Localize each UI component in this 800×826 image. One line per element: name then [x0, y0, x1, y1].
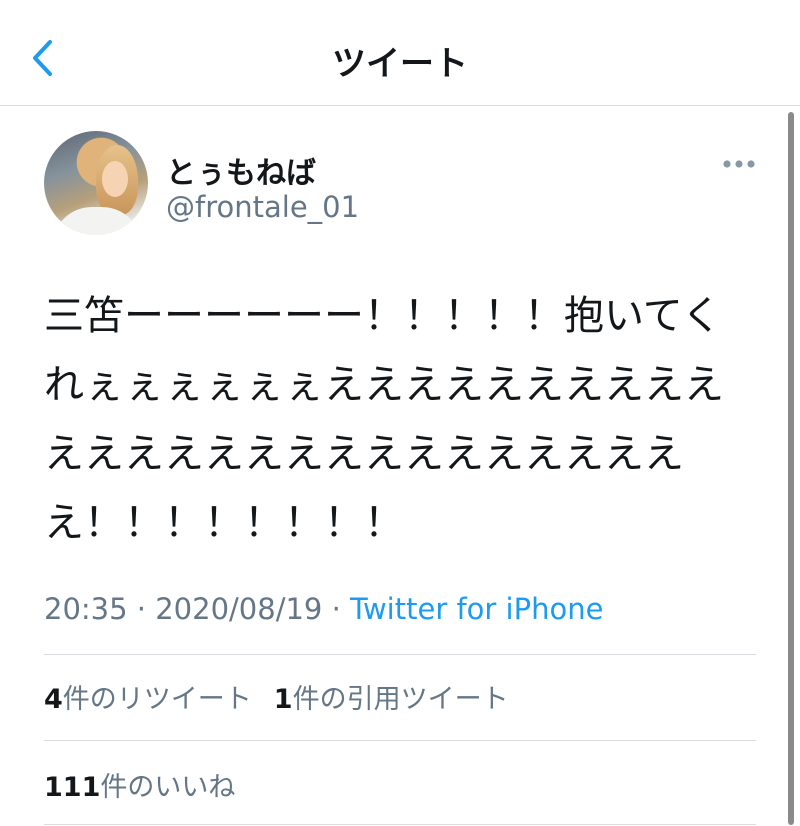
page-title: ツイート [332, 44, 468, 84]
retweet-label: 件のリツイート [62, 683, 252, 715]
quote-count: 1 [273, 683, 293, 715]
tweet-source-link[interactable]: Twitter for iPhone [350, 592, 603, 626]
avatar[interactable] [44, 131, 148, 235]
more-options-button[interactable] [718, 150, 760, 178]
quote-count-link[interactable]: 1件の引用ツイート [274, 677, 509, 716]
avatar-face [102, 161, 128, 197]
like-stats-row: 111件のいいね [44, 742, 756, 826]
meta-separator: · [127, 592, 156, 626]
display-name[interactable]: とぅもねば [166, 148, 316, 192]
more-horizontal-icon [723, 160, 755, 168]
user-handle[interactable]: @frontale_01 [166, 190, 359, 224]
like-count: 111 [44, 771, 101, 803]
retweet-stats-row: 4件のリツイート 1件の引用ツイート [44, 654, 756, 738]
navigation-header: ツイート [0, 0, 800, 106]
divider [44, 740, 756, 741]
like-count-link[interactable]: 111件のいいね [44, 765, 235, 804]
tweet-metadata: 20:35 · 2020/08/19 · Twitter for iPhone [44, 592, 756, 626]
scrollbar[interactable] [788, 112, 794, 825]
meta-separator: · [322, 592, 351, 626]
like-label: 件のいいね [100, 771, 236, 803]
tweet-date: 2020/08/19 [155, 592, 323, 626]
retweet-count: 4 [44, 683, 63, 715]
retweet-count-link[interactable]: 4件のリツイート [44, 677, 252, 716]
tweet-time: 20:35 [44, 592, 128, 626]
tweet-text: 三笘ーーーーーー！！！！！抱いてくれぇぇぇぇぇぇええええええええええええええええ… [44, 293, 724, 546]
quote-label: 件の引用ツイート [292, 683, 509, 715]
